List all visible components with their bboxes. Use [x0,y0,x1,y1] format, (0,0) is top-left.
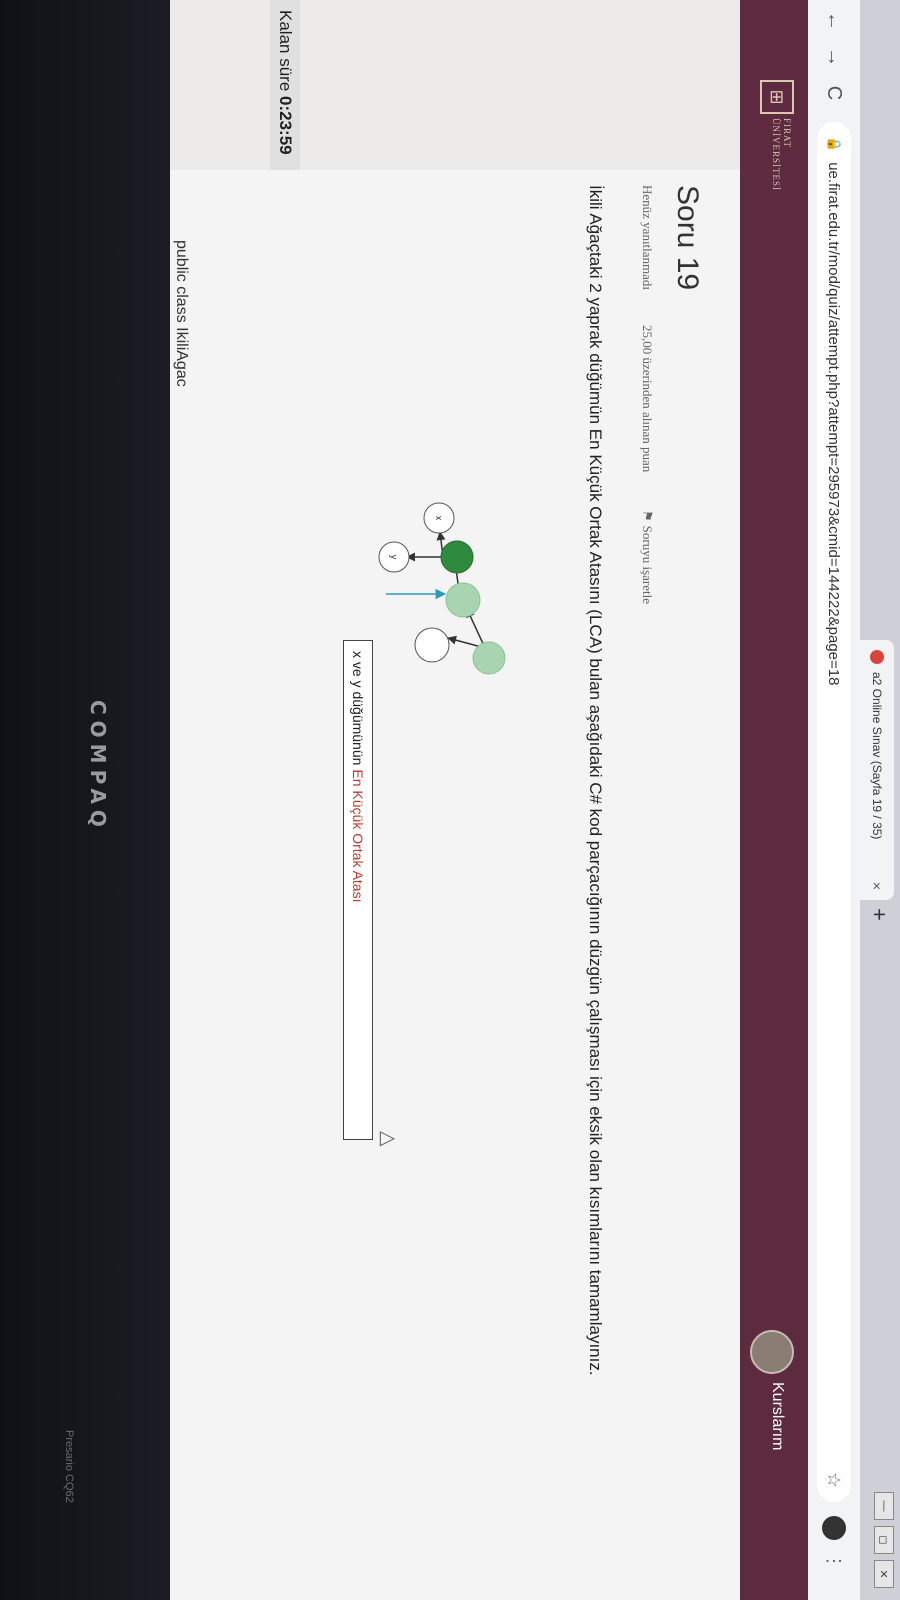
ancestor-node [472,641,506,675]
question-points: 25,00 üzerinden alınan puan [640,325,655,473]
close-window-button[interactable]: ✕ [874,1560,894,1588]
flag-label: Soruyu işaretle [640,525,655,604]
callout-prefix: x ve y düğümünün [350,651,366,766]
flag-icon: ⚑ [640,510,655,522]
question-status: Henüz yanıtlanmadı [640,185,655,291]
browser-toolbar: ← → C 🔒 ue.firat.edu.tr/mod/quiz/attempt… [808,0,860,1600]
laptop-brand: COMPAQ [86,700,110,833]
ancestor-node [445,582,481,618]
menu-icon[interactable]: ⋮ [824,1552,845,1570]
address-bar[interactable]: 🔒 ue.firat.edu.tr/mod/quiz/attempt.php?a… [817,122,851,1502]
site-header: ⊞ FIRAT ÜNİVERSİTESİ Kurslarım [740,0,808,1600]
tab-title: a2 Online Sınav (Sayfa 19 / 35) [870,672,884,840]
node-y-label: y [389,555,399,560]
back-button[interactable]: ← [823,6,846,36]
new-tab-button[interactable]: + [866,908,892,921]
question-title: Soru 19 [671,185,704,291]
profile-icon[interactable] [822,1516,846,1540]
minimize-button[interactable]: — [874,1492,894,1520]
timer-value: 0:23:59 [276,96,295,155]
lock-icon: 🔒 [827,136,842,153]
favicon-icon [870,650,884,664]
maximize-button[interactable]: ◻ [874,1526,894,1554]
university-name: FIRAT ÜNİVERSİTESİ [771,118,792,191]
laptop-model: Presario CQ62 [63,1430,75,1503]
mouse-cursor-icon: ▷ [379,1127,396,1150]
lca-callout: x ve y düğümünün En Küçük Ortak Atası [343,640,373,1140]
url-text: ue.firat.edu.tr/mod/quiz/attempt.php?att… [825,162,843,686]
flag-question-link[interactable]: ⚑ Soruyu işaretle [639,510,655,604]
window-controls: — ◻ ✕ [874,1492,894,1588]
quiz-sidebar [170,0,740,170]
reload-button[interactable]: C [823,78,846,108]
forward-button[interactable]: → [823,42,846,72]
my-courses-link[interactable]: Kurslarım [768,1382,786,1450]
callout-highlight: En Küçük Ortak Atası [350,769,366,903]
leaf-node [414,627,450,663]
star-icon[interactable]: ☆ [824,1472,845,1488]
timer-label: Kalan süre [276,10,295,92]
university-logo[interactable]: ⊞ [760,80,794,114]
tab-strip: a2 Online Sınav (Sayfa 19 / 35) × + — ◻ … [860,0,900,1600]
question-text: İkili Ağaçtaki 2 yaprak düğümün En Küçük… [586,185,605,1376]
avatar[interactable] [750,1330,794,1374]
code-line: public class IkiliAgac [173,240,190,387]
laptop-screen: a2 Online Sınav (Sayfa 19 / 35) × + — ◻ … [0,0,900,1600]
binary-tree-diagram: x y [378,502,506,675]
quiz-timer: Kalan süre 0:23:59 [270,0,300,170]
laptop-bezel [0,0,170,1600]
browser-tab[interactable]: a2 Online Sınav (Sayfa 19 / 35) × [860,640,894,900]
node-x-label: x [434,516,444,521]
close-tab-icon[interactable]: × [869,882,885,890]
lca-node [440,540,474,574]
